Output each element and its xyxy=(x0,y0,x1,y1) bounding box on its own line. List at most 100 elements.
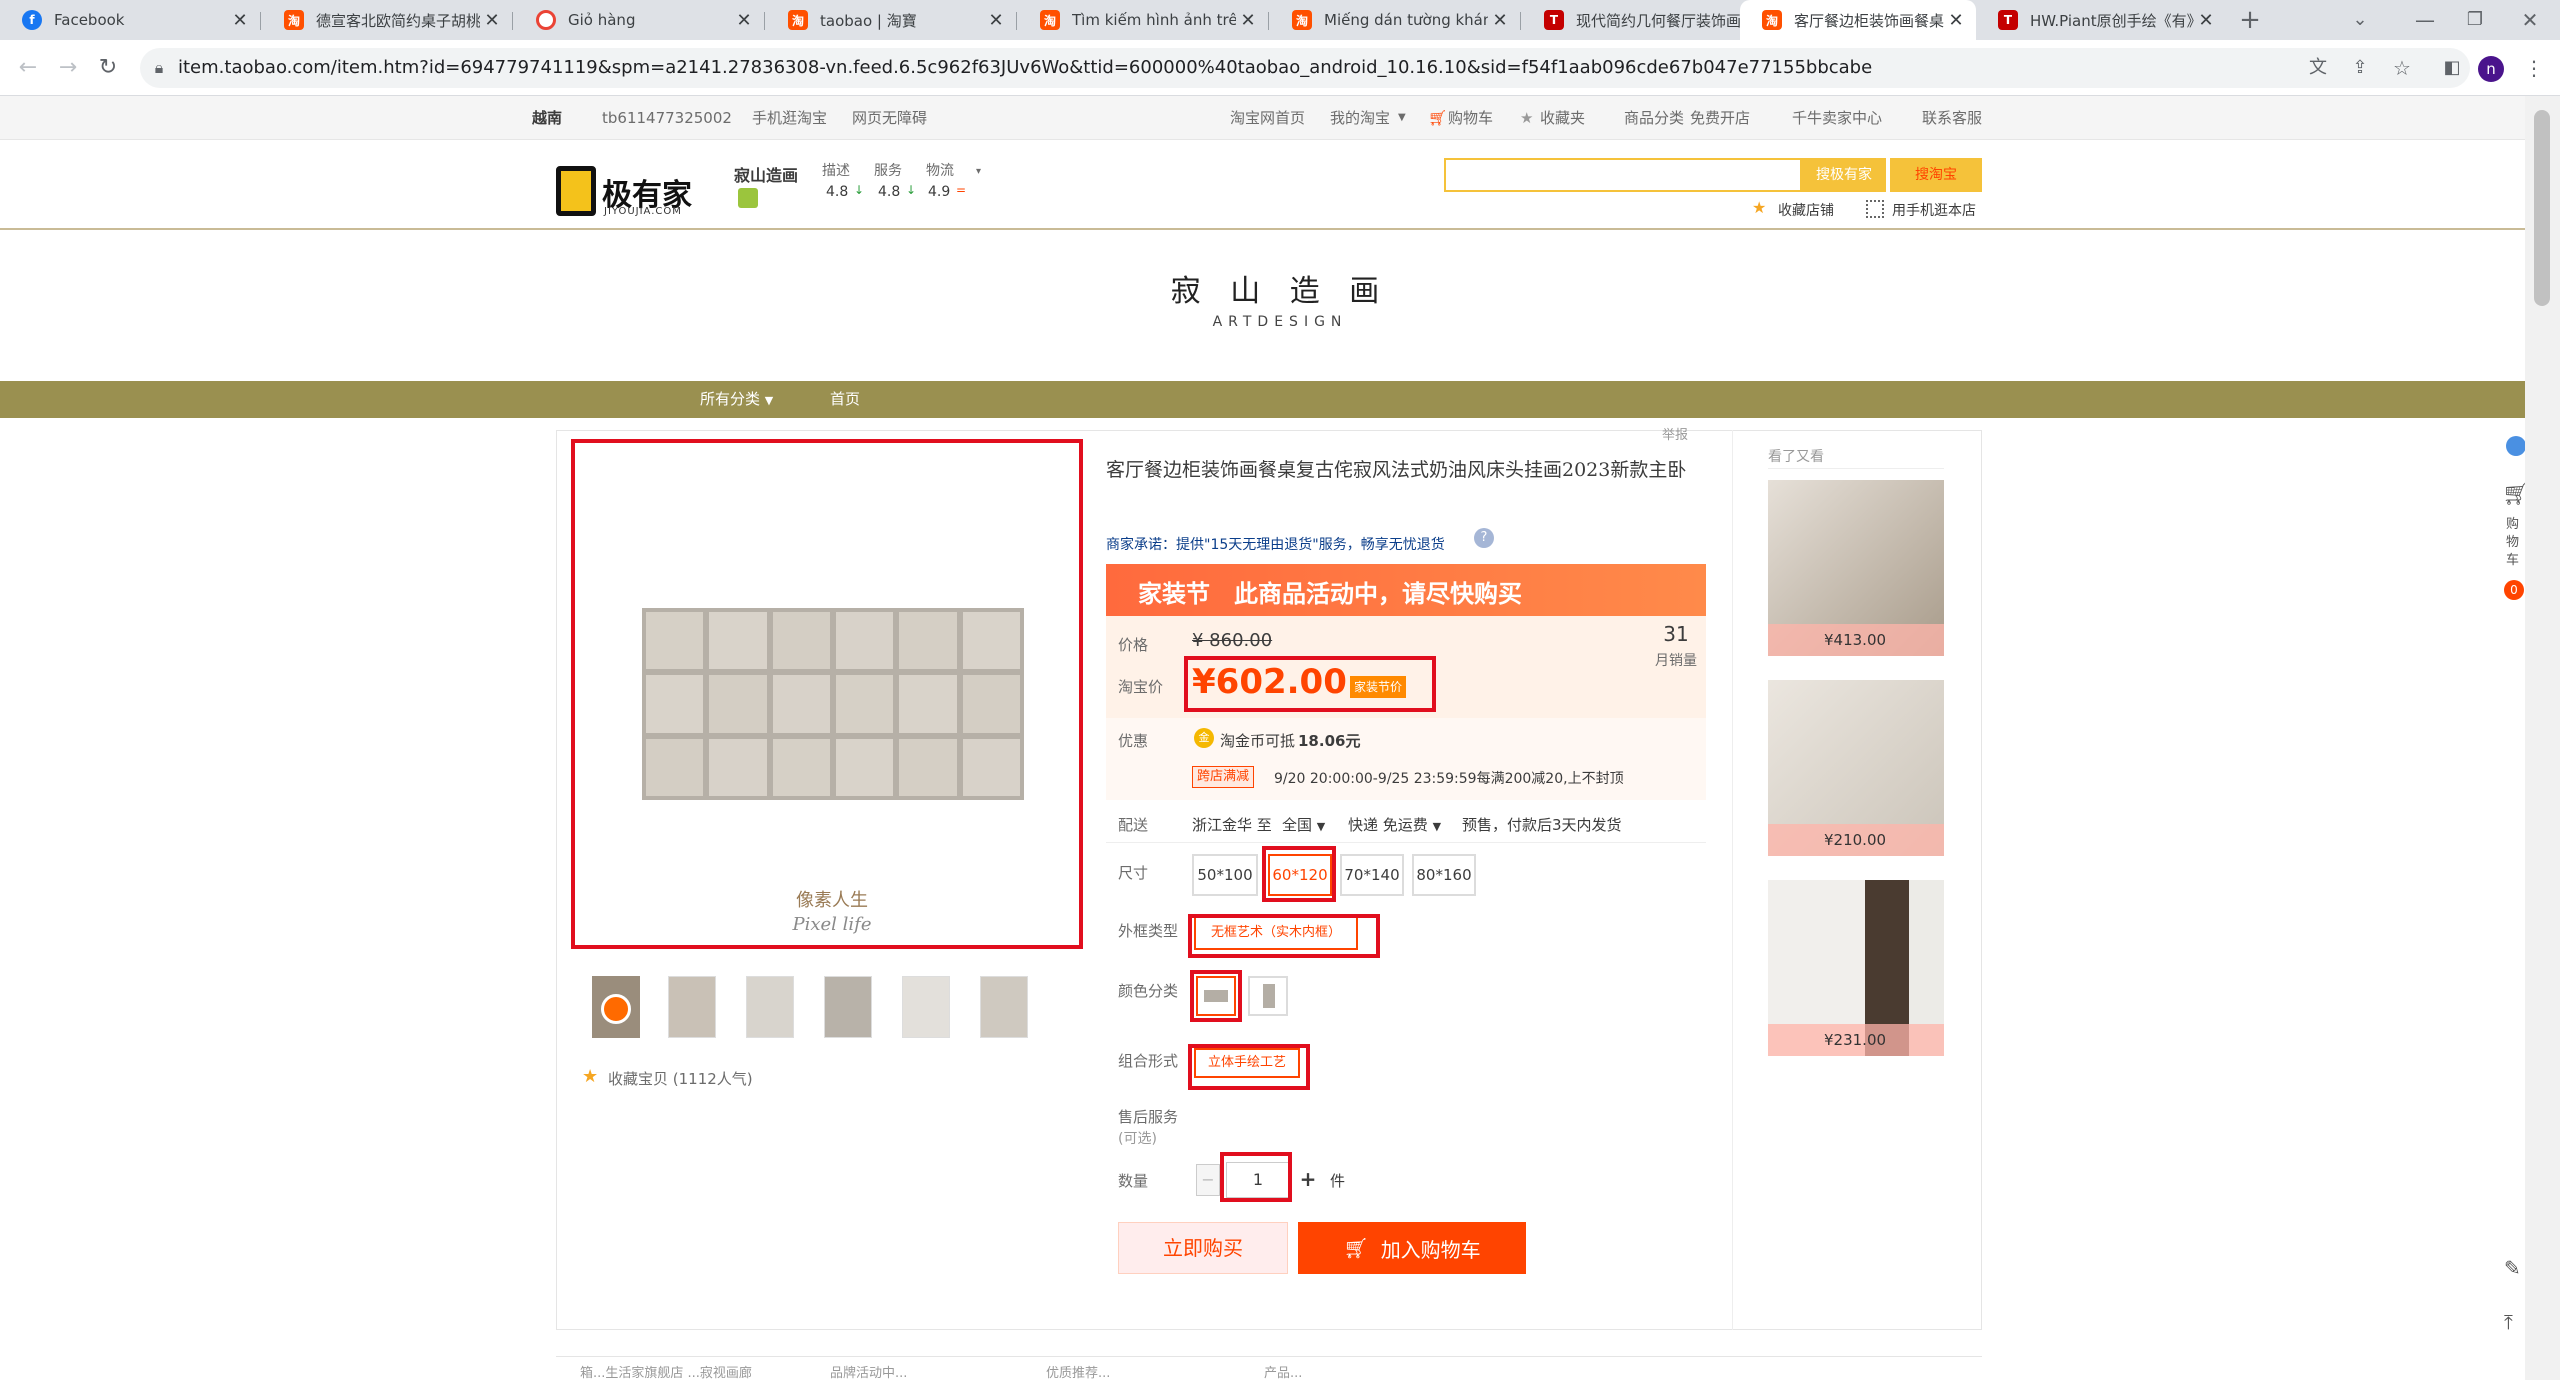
browser-tab[interactable]: T 现代简约几何餐厅装饰画 ✕ xyxy=(1522,0,1772,40)
categories-link[interactable]: 商品分类 xyxy=(1624,96,1684,140)
cart-icon: 🛒︎ xyxy=(1343,1236,1369,1260)
menu-kebab-icon[interactable]: ⋮ xyxy=(2516,48,2552,88)
url-text[interactable]: item.taobao.com/item.htm?id=694779741119… xyxy=(178,48,1872,88)
scrollbar-thumb[interactable] xyxy=(2534,110,2550,306)
browser-tab[interactable]: 淘 德宣客北欧简约桌子胡桃 ✕ xyxy=(262,0,512,40)
caret-down-icon: ▼ xyxy=(764,394,774,407)
mobile-shop-link[interactable]: 用手机逛本店 xyxy=(1892,200,1976,220)
close-icon[interactable]: ✕ xyxy=(1488,10,1512,31)
browser-tab[interactable]: f Facebook ✕ xyxy=(0,0,260,40)
restore-icon[interactable]: ❐ xyxy=(2450,0,2500,40)
reload-icon[interactable]: ↻ xyxy=(88,48,128,88)
search-jiyoujia-button[interactable]: 搜极有家 xyxy=(1802,158,1886,192)
coin-offset-amount: 18.06元 xyxy=(1298,732,1361,750)
delivery-to-select[interactable]: 全国 ▼ xyxy=(1282,814,1325,835)
help-icon[interactable]: ? xyxy=(1474,528,1494,548)
profile-avatar[interactable]: n xyxy=(2478,56,2504,82)
thumbnail[interactable] xyxy=(902,976,950,1038)
browser-tab[interactable]: Giỏ hàng ✕ xyxy=(514,0,764,40)
cart-link[interactable]: 购物车 xyxy=(1448,96,1493,140)
taobao-home-link[interactable]: 淘宝网首页 xyxy=(1230,96,1305,140)
close-icon[interactable]: ✕ xyxy=(1944,10,1968,31)
size-option[interactable]: 70*140 xyxy=(1340,854,1404,896)
shop-badge-icon xyxy=(738,188,758,208)
thumbnail[interactable] xyxy=(824,976,872,1038)
thumbnail[interactable] xyxy=(746,976,794,1038)
close-icon[interactable]: ✕ xyxy=(228,10,252,31)
detail-tab[interactable]: 产品... xyxy=(1264,1362,1302,1380)
monthly-sales-label: 月销量 xyxy=(1655,653,1697,669)
back-icon[interactable]: ← xyxy=(8,48,48,88)
translate-icon[interactable]: 文 xyxy=(2300,48,2336,88)
favorites-link[interactable]: 收藏夹 xyxy=(1540,96,1585,140)
divider xyxy=(1768,468,1944,469)
color-highlight-box xyxy=(1190,970,1242,1022)
browser-tab-active[interactable]: 淘 客厅餐边柜装饰画餐桌复 ✕ xyxy=(1740,0,1976,40)
user-link[interactable]: tb611477325002 xyxy=(602,96,732,140)
new-tab-icon[interactable]: + xyxy=(2230,0,2270,40)
qty-decrement-button[interactable]: − xyxy=(1196,1164,1220,1196)
window-close-icon[interactable]: ✕ xyxy=(2505,0,2555,40)
after-sale-sub: (可选) xyxy=(1118,1131,1157,1147)
region-link[interactable]: 越南 xyxy=(532,96,562,140)
close-icon[interactable]: ✕ xyxy=(1236,10,1260,31)
browser-tab[interactable]: 淘 Tìm kiếm hình ảnh trên t ✕ xyxy=(1018,0,1268,40)
bookmark-star-icon[interactable]: ☆ xyxy=(2384,48,2420,88)
close-icon[interactable]: ✕ xyxy=(2194,10,2218,31)
thumbnail[interactable] xyxy=(668,976,716,1038)
artwork-grid xyxy=(642,608,1024,800)
report-link[interactable]: 举报 xyxy=(1662,424,1688,443)
cross-shop-tag[interactable]: 跨店满减 xyxy=(1192,766,1255,788)
tab-title: taobao | 淘寶 xyxy=(820,11,917,30)
detail-tab[interactable]: 优质推荐... xyxy=(1046,1362,1110,1380)
mobile-taobao-link[interactable]: 手机逛淘宝 xyxy=(752,96,827,140)
buy-now-button[interactable]: 立即购买 xyxy=(1118,1222,1288,1274)
add-to-cart-button[interactable]: 🛒︎ 加入购物车 xyxy=(1298,1222,1526,1274)
notification-dot-icon[interactable] xyxy=(2506,436,2526,456)
add-to-cart-label: 加入购物车 xyxy=(1380,1237,1481,1262)
seller-center-link[interactable]: 千牛卖家中心 xyxy=(1792,96,1882,140)
thumbnail-video[interactable] xyxy=(592,976,640,1038)
browser-tab[interactable]: 淘 Miếng dán tường khám t ✕ xyxy=(1270,0,1520,40)
open-shop-link[interactable]: 免费开店 xyxy=(1690,96,1750,140)
home-link[interactable]: 首页 xyxy=(830,381,860,418)
close-icon[interactable]: ✕ xyxy=(984,10,1008,31)
star-icon: ★ xyxy=(1520,109,1534,127)
all-categories-link[interactable]: 所有分类 ▼ xyxy=(700,381,773,418)
favorite-item-link[interactable]: 收藏宝贝 (1112人气) xyxy=(608,1068,753,1089)
edit-icon[interactable]: ✎ xyxy=(2504,1256,2521,1280)
accessibility-link[interactable]: 网页无障碍 xyxy=(852,96,927,140)
search-taobao-button[interactable]: 搜淘宝 xyxy=(1890,158,1982,192)
favorite-shop-link[interactable]: 收藏店铺 xyxy=(1778,200,1834,220)
close-icon[interactable]: ✕ xyxy=(480,10,504,31)
browser-tab[interactable]: 淘 taobao | 淘寶 ✕ xyxy=(766,0,1016,40)
my-taobao-link[interactable]: 我的淘宝 xyxy=(1330,96,1390,140)
forward-icon[interactable]: → xyxy=(48,48,88,88)
shop-search-input[interactable] xyxy=(1444,158,1802,192)
color-option[interactable] xyxy=(1248,976,1288,1016)
size-option[interactable]: 50*100 xyxy=(1192,854,1258,896)
logistics-score: 4.9 xyxy=(928,184,951,200)
browser-tab[interactable]: T HW.Piant原创手绘《有》 ✕ xyxy=(1976,0,2226,40)
close-icon[interactable]: ✕ xyxy=(732,10,756,31)
frame-type-label: 外框类型 xyxy=(1118,922,1179,940)
share-icon[interactable]: ⇪ xyxy=(2342,48,2378,88)
qty-increment-button[interactable]: + xyxy=(1296,1164,1320,1196)
contact-service-link[interactable]: 联系客服 xyxy=(1922,96,1982,140)
tab-search-icon[interactable]: ⌄ xyxy=(2340,0,2380,40)
shop-name[interactable]: 寂山造画 xyxy=(734,162,798,186)
color-label: 颜色分类 xyxy=(1118,982,1179,1000)
lock-icon[interactable]: 🔒︎ xyxy=(144,48,174,88)
detail-tab[interactable]: 品牌活动中... xyxy=(830,1362,907,1380)
chevron-down-icon[interactable]: ▾ xyxy=(976,166,981,177)
thumbnail[interactable] xyxy=(980,976,1028,1038)
detail-tab[interactable]: 箱...生活家旗舰店 ...寂视画廊 xyxy=(580,1362,752,1380)
size-option[interactable]: 80*160 xyxy=(1412,854,1476,896)
delivery-fee-select[interactable]: 快递 免运费 ▼ xyxy=(1348,814,1441,835)
sidebar-cart-label[interactable]: 购物车 xyxy=(2506,516,2522,570)
minimize-icon[interactable]: — xyxy=(2400,0,2450,40)
side-panel-icon[interactable]: ◧ xyxy=(2434,48,2470,88)
jiyoujia-logo-icon[interactable] xyxy=(556,166,596,216)
taobao-icon: 淘 xyxy=(1292,10,1312,30)
back-to-top-icon[interactable]: ⤒ xyxy=(2504,1310,2513,1334)
